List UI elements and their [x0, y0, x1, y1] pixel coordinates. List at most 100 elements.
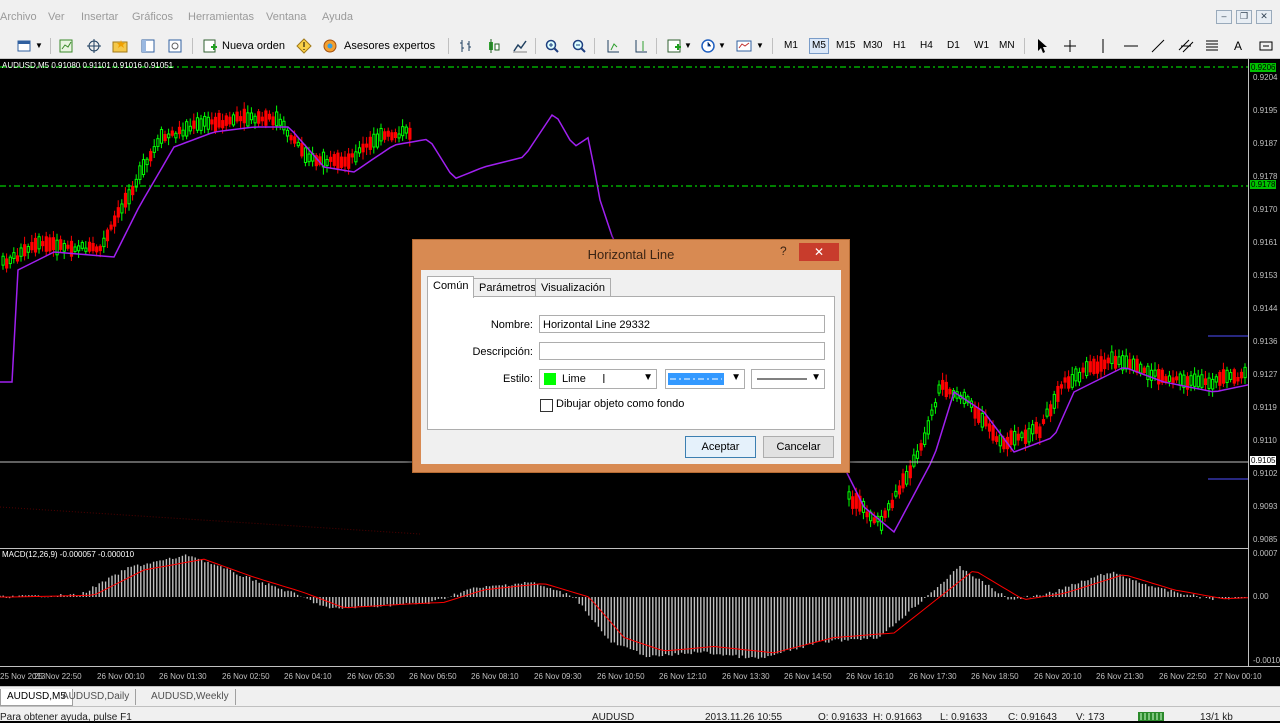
candle-body: [995, 436, 999, 442]
timeframe-m30[interactable]: M30: [863, 40, 882, 51]
macd-axis: 0.0007 0.00 -0.0010: [1248, 548, 1280, 666]
candle-body: [865, 511, 869, 518]
dropdown-arrow-icon[interactable]: ▼: [756, 38, 764, 54]
macd-subwindow[interactable]: [0, 548, 1248, 667]
candle-body: [239, 116, 243, 122]
candle-body: [361, 143, 365, 153]
expert-advisors-button[interactable]: Asesores expertos: [344, 38, 435, 54]
terminal-icon[interactable]: [167, 38, 183, 54]
restore-icon[interactable]: ❐: [1236, 10, 1252, 24]
timeframe-mn[interactable]: MN: [999, 40, 1015, 51]
expert-advisors-icon[interactable]: [322, 38, 338, 54]
background-checkbox-label[interactable]: Dibujar objeto como fondo: [556, 398, 684, 410]
status-open: O: 0.91633: [818, 712, 868, 723]
color-name: Lime: [562, 373, 586, 385]
periods-clock-icon[interactable]: [700, 38, 716, 54]
vertical-line-icon[interactable]: [1095, 38, 1111, 54]
navigator-icon[interactable]: [140, 38, 156, 54]
dropdown-arrow-icon[interactable]: ▼: [684, 38, 692, 54]
tab-audusd-daily[interactable]: AUDUSD,Daily: [56, 689, 137, 705]
price-label: 0.9085: [1253, 535, 1278, 544]
indicators-icon[interactable]: [666, 38, 682, 54]
name-input[interactable]: Horizontal Line 29332: [539, 315, 825, 333]
cancel-button[interactable]: Cancelar: [763, 436, 834, 458]
accept-button[interactable]: Aceptar: [685, 436, 756, 458]
timeframe-m5[interactable]: M5: [809, 38, 829, 54]
close-window-icon[interactable]: ✕: [1256, 10, 1272, 24]
zoom-out-icon[interactable]: [571, 38, 587, 54]
tab-comun[interactable]: Común: [427, 276, 475, 298]
trend-dotted-line: [0, 506, 421, 535]
tab-audusd-weekly[interactable]: AUDUSD,Weekly: [145, 689, 236, 705]
price-label: 0.9119: [1253, 403, 1277, 412]
line-chart-icon[interactable]: [512, 38, 528, 54]
menu-insertar[interactable]: Insertar: [81, 11, 118, 23]
candle-body: [206, 116, 210, 130]
crosshair-move-icon[interactable]: [86, 38, 102, 54]
candle-body: [181, 129, 185, 137]
crosshair-icon[interactable]: [1062, 38, 1078, 54]
menu-graficos[interactable]: Gráficos: [132, 11, 173, 23]
menu-ventana[interactable]: Ventana: [266, 11, 306, 23]
line-width-select[interactable]: ▼: [751, 369, 825, 389]
description-input[interactable]: [539, 342, 825, 360]
fibonacci-icon[interactable]: [1204, 38, 1220, 54]
candlesticks-icon[interactable]: [486, 38, 502, 54]
timeframe-m1[interactable]: M1: [784, 40, 798, 51]
candle-body: [185, 121, 189, 137]
new-order-button[interactable]: Nueva orden: [222, 38, 285, 54]
trendline-icon[interactable]: [1150, 38, 1166, 54]
time-label: 26 Nov 00:10: [97, 672, 145, 681]
new-order-icon[interactable]: [202, 38, 218, 54]
candle-body: [894, 490, 898, 497]
menu-archivo[interactable]: Archivo: [0, 11, 37, 23]
dropdown-arrow-icon[interactable]: ▼: [718, 38, 726, 54]
price-label: 0.9161: [1253, 238, 1278, 247]
candle-body: [120, 203, 124, 214]
candle-body: [285, 129, 290, 137]
text-cursor-icon: I: [602, 371, 606, 386]
horizontal-line-icon[interactable]: [1123, 38, 1139, 54]
timeframe-d1[interactable]: D1: [947, 40, 960, 51]
candle-body: [1207, 377, 1211, 389]
candle-body: [1095, 361, 1100, 374]
tab-visualizacion[interactable]: Visualización: [535, 278, 612, 297]
close-dialog-button[interactable]: ✕: [799, 243, 839, 261]
candle-body: [221, 120, 225, 129]
auto-scroll-icon[interactable]: [605, 38, 621, 54]
candle-body: [1171, 377, 1175, 383]
line-style-select[interactable]: ▼: [665, 369, 745, 389]
timeframe-h4[interactable]: H4: [920, 40, 933, 51]
new-chart-icon[interactable]: [58, 38, 74, 54]
color-select[interactable]: Lime I ▼: [539, 369, 657, 389]
timeframe-h1[interactable]: H1: [893, 40, 906, 51]
menu-ayuda[interactable]: Ayuda: [322, 11, 353, 23]
time-axis: 25 Nov 2013 25 Nov 22:50 26 Nov 00:10 26…: [0, 666, 1280, 687]
menu-ver[interactable]: Ver: [48, 11, 65, 23]
metaeditor-icon[interactable]: [296, 38, 312, 54]
favorites-folder-icon[interactable]: [112, 38, 128, 54]
text-label-icon[interactable]: [1258, 38, 1274, 54]
background-checkbox[interactable]: [540, 399, 553, 412]
menu-herramientas[interactable]: Herramientas: [188, 11, 254, 23]
text-tool-button[interactable]: A: [1234, 38, 1242, 54]
templates-icon[interactable]: [736, 38, 752, 54]
candle-body: [379, 127, 383, 142]
candle-body: [51, 237, 56, 251]
minimize-icon[interactable]: –: [1216, 10, 1232, 24]
equidistant-channel-icon[interactable]: [1178, 38, 1194, 54]
candle-body: [195, 117, 200, 131]
zoom-in-icon[interactable]: [544, 38, 560, 54]
candle-body: [1232, 369, 1236, 384]
cursor-icon[interactable]: [1034, 38, 1050, 54]
bar-chart-icon[interactable]: [458, 38, 474, 54]
chart-template-icon[interactable]: [16, 38, 32, 54]
timeframe-w1[interactable]: W1: [974, 40, 989, 51]
tab-parametros[interactable]: Parámetros: [473, 278, 542, 297]
chart-shift-icon[interactable]: [633, 38, 649, 54]
timeframe-m15[interactable]: M15: [836, 40, 855, 51]
help-button[interactable]: ?: [780, 244, 787, 258]
time-label: 26 Nov 13:30: [722, 672, 770, 681]
dropdown-arrow-icon[interactable]: ▼: [35, 38, 43, 54]
price-marker-top: 0.9206: [1250, 63, 1277, 72]
